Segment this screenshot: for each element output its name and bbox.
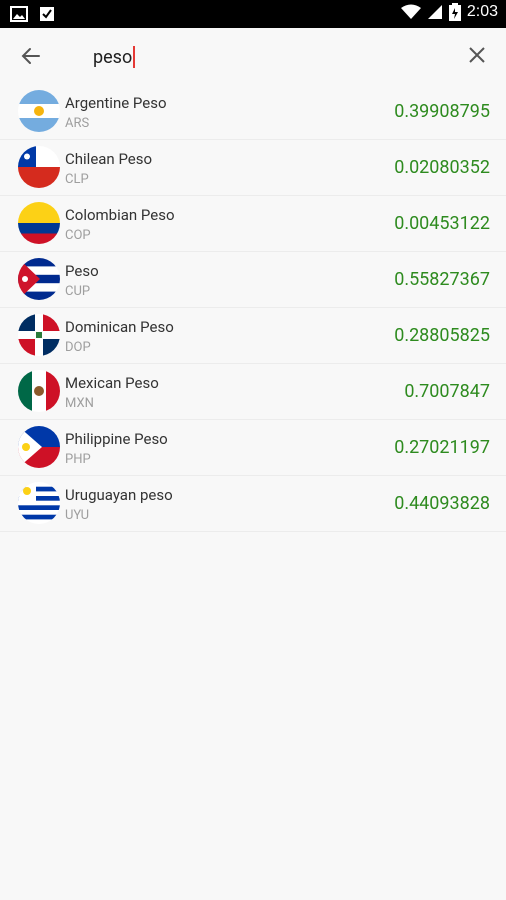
search-query-text: peso [93, 47, 133, 68]
currency-list: Argentine Peso ARS 0.39908795 Chilean Pe… [0, 84, 506, 532]
list-item[interactable]: Peso CUP 0.55827367 [0, 252, 506, 308]
currency-rate: 0.7007847 [404, 381, 490, 402]
clipboard-check-icon [40, 7, 54, 21]
currency-code: MXN [65, 396, 94, 411]
currency-code: ARS [65, 116, 90, 131]
chile-flag-icon [18, 146, 60, 188]
battery-icon [448, 3, 461, 21]
search-input[interactable]: peso [93, 46, 136, 68]
signal-icon [427, 5, 442, 19]
status-bar: 2:03 [0, 0, 506, 28]
close-icon[interactable] [466, 44, 488, 66]
search-bar: peso [0, 28, 506, 84]
image-notification-icon [10, 6, 28, 22]
list-item[interactable]: Uruguayan peso UYU 0.44093828 [0, 476, 506, 532]
currency-rate: 0.39908795 [394, 101, 490, 122]
text-cursor [133, 46, 136, 68]
currency-code: UYU [65, 508, 90, 523]
currency-name: Argentine Peso [65, 94, 167, 112]
argentina-flag-icon [18, 90, 60, 132]
currency-rate: 0.00453122 [394, 213, 490, 234]
currency-name: Philippine Peso [65, 430, 168, 448]
list-item[interactable]: Philippine Peso PHP 0.27021197 [0, 420, 506, 476]
list-item[interactable]: Mexican Peso MXN 0.7007847 [0, 364, 506, 420]
currency-name: Chilean Peso [65, 150, 153, 168]
currency-code: COP [65, 228, 91, 243]
currency-rate: 0.02080352 [394, 157, 490, 178]
list-item[interactable]: Chilean Peso CLP 0.02080352 [0, 140, 506, 196]
dominican-republic-flag-icon [18, 314, 60, 356]
currency-name: Uruguayan peso [65, 486, 173, 504]
uruguay-flag-icon [18, 482, 60, 524]
currency-code: CLP [65, 172, 89, 187]
colombia-flag-icon [18, 202, 60, 244]
currency-code: PHP [65, 452, 91, 467]
currency-name: Dominican Peso [65, 318, 174, 336]
philippines-flag-icon [18, 426, 60, 468]
currency-rate: 0.28805825 [394, 325, 490, 346]
list-item[interactable]: Argentine Peso ARS 0.39908795 [0, 84, 506, 140]
status-time: 2:03 [466, 3, 498, 20]
mexico-flag-icon [18, 370, 60, 412]
currency-code: CUP [65, 284, 91, 299]
cuba-flag-icon [18, 258, 60, 300]
currency-name: Mexican Peso [65, 374, 159, 392]
currency-rate: 0.27021197 [394, 437, 490, 458]
currency-rate: 0.44093828 [394, 493, 490, 514]
currency-name: Peso [65, 262, 99, 280]
back-arrow-icon[interactable] [17, 42, 45, 70]
list-item[interactable]: Dominican Peso DOP 0.28805825 [0, 308, 506, 364]
wifi-icon [400, 4, 421, 19]
currency-code: DOP [65, 340, 91, 355]
currency-name: Colombian Peso [65, 206, 175, 224]
currency-rate: 0.55827367 [394, 269, 490, 290]
list-item[interactable]: Colombian Peso COP 0.00453122 [0, 196, 506, 252]
